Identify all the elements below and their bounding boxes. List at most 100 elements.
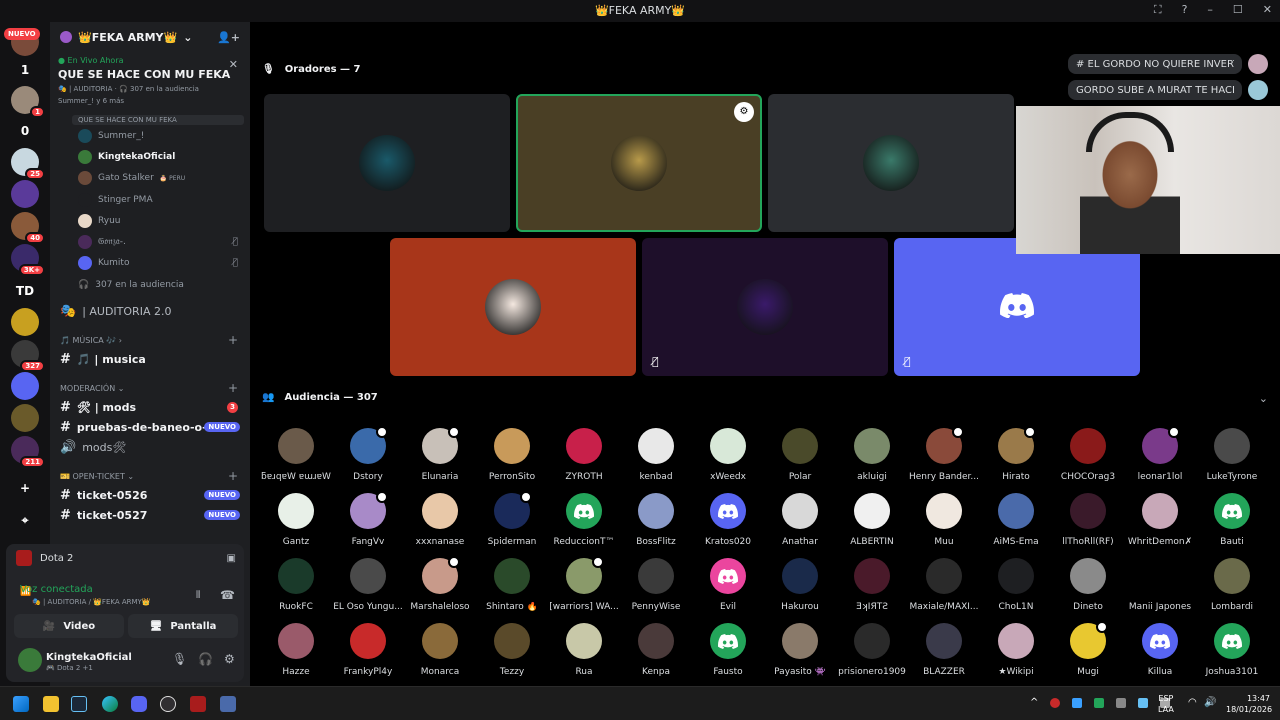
audience-member[interactable]: Anathar xyxy=(764,491,836,553)
audience-member[interactable]: Evil xyxy=(692,556,764,618)
audience-member[interactable]: Shintaro 🔥 xyxy=(476,556,548,618)
server-icon[interactable]: 1 xyxy=(11,56,39,84)
server-icon[interactable]: ⌖ xyxy=(11,506,39,534)
headphones-icon[interactable]: 🎧 xyxy=(198,652,213,666)
audience-member[interactable]: PerronSito xyxy=(476,426,548,488)
audience-member[interactable]: Elunaria xyxy=(404,426,476,488)
audience-member[interactable]: Mugi xyxy=(1052,621,1124,683)
server-icon[interactable]: 3K+ xyxy=(11,244,45,276)
edge-icon[interactable] xyxy=(102,696,118,712)
tray-app-icon[interactable] xyxy=(1094,698,1104,708)
voice-user[interactable]: Stinger PMA xyxy=(50,189,250,210)
audience-member[interactable]: llThoRll(RF) xyxy=(1052,491,1124,553)
audience-member[interactable]: ƎʞIЯTƧ xyxy=(836,556,908,618)
server-icon[interactable]: 25 xyxy=(11,148,45,180)
server-icon[interactable]: 211 xyxy=(11,436,45,468)
add-channel-icon[interactable]: + xyxy=(228,469,238,483)
channel-item[interactable]: # 🛠 | mods 3 xyxy=(50,397,250,417)
channel-category[interactable]: 🎵 MÚSICA 🎶 › + xyxy=(50,331,250,349)
audience-member[interactable]: Kratos020 xyxy=(692,491,764,553)
webcam-stream[interactable] xyxy=(1016,106,1280,254)
tray-app-icon[interactable] xyxy=(1138,698,1148,708)
audience-member[interactable]: FangVv xyxy=(332,491,404,553)
screen-share-indicator-icon[interactable]: ⛶ xyxy=(1154,3,1162,17)
audience-member[interactable]: ReduccionT™ xyxy=(548,491,620,553)
audience-member[interactable]: Kenpa xyxy=(620,621,692,683)
channel-item[interactable]: # ticket-0527 NUEVO xyxy=(50,505,250,525)
dota-icon[interactable] xyxy=(190,696,206,712)
disconnect-icon[interactable]: ☎ xyxy=(220,588,235,602)
audience-member[interactable]: Hazze xyxy=(260,621,332,683)
audience-member[interactable]: Polar xyxy=(764,426,836,488)
audience-member[interactable]: Henry Bander... xyxy=(908,426,980,488)
noise-suppression-icon[interactable]: ⫴ xyxy=(196,590,200,601)
server-icon[interactable] xyxy=(11,180,39,208)
voice-user[interactable]: Gato Stalker 🎂 PERU xyxy=(50,168,250,189)
chat-preview[interactable]: # EL GORDO NO QUIERE INVERT... xyxy=(1068,54,1242,74)
audience-member[interactable]: Payasito 👾 xyxy=(764,621,836,683)
audience-member[interactable]: Tezzy xyxy=(476,621,548,683)
server-icon[interactable]: 327 xyxy=(11,340,45,372)
tray-app-icon[interactable] xyxy=(1072,698,1082,708)
add-channel-icon[interactable]: + xyxy=(228,381,238,395)
add-channel-icon[interactable]: + xyxy=(228,333,238,347)
audience-member[interactable]: EL Oso Yungu... xyxy=(332,556,404,618)
channel-item[interactable]: # pruebas-de-baneo-o-t... NUEVO xyxy=(50,417,250,437)
calculator-icon[interactable] xyxy=(220,696,236,712)
audience-member[interactable]: [warriors] WA... xyxy=(548,556,620,618)
audience-member[interactable]: xWeedx xyxy=(692,426,764,488)
gear-icon[interactable]: ⚙ xyxy=(224,652,235,666)
speaker-tile[interactable]: 🎙̸ xyxy=(642,238,888,376)
audience-member[interactable]: AiMS-Ema xyxy=(980,491,1052,553)
maximize-icon[interactable]: ☐ xyxy=(1233,3,1243,17)
audience-member[interactable]: Killua xyxy=(1124,621,1196,683)
audience-member[interactable]: Hirato xyxy=(980,426,1052,488)
audience-member[interactable]: leonar1lol xyxy=(1124,426,1196,488)
video-button[interactable]: 🎥 Video xyxy=(14,614,124,638)
server-icon[interactable]: 40 xyxy=(11,212,45,244)
audience-member[interactable]: Muu xyxy=(908,491,980,553)
voice-user[interactable]: KingtekaOficial xyxy=(50,146,250,167)
windows-start-icon[interactable] xyxy=(13,696,29,712)
audience-member[interactable]: Spiderman xyxy=(476,491,548,553)
microphone-icon[interactable]: 🎙 xyxy=(172,652,187,666)
activity-icon[interactable]: ▣ xyxy=(227,553,236,564)
audience-member[interactable]: akluigi xyxy=(836,426,908,488)
audience-member[interactable]: Dineto xyxy=(1052,556,1124,618)
voice-user[interactable]: Summer_! xyxy=(50,125,250,146)
channel-category[interactable]: 🎫 OPEN-TICKET ⌄ + xyxy=(50,467,250,485)
wifi-icon[interactable]: ◠ xyxy=(1188,697,1197,708)
speaker-tile[interactable] xyxy=(264,94,510,232)
language-indicator[interactable]: ESP LAA xyxy=(1158,693,1174,715)
volume-icon[interactable]: 🔊 xyxy=(1204,697,1216,708)
help-icon[interactable]: ? xyxy=(1182,3,1188,17)
audience-member[interactable]: Bauti xyxy=(1196,491,1268,553)
channel-item[interactable]: 🔊 mods🛠 xyxy=(50,437,250,457)
speaker-tile[interactable] xyxy=(768,94,1014,232)
audience-member[interactable]: Marshaleloso xyxy=(404,556,476,618)
minimize-icon[interactable]: – xyxy=(1207,3,1213,17)
audience-member[interactable]: ALBERTIN xyxy=(836,491,908,553)
steam-icon[interactable] xyxy=(71,696,87,712)
avatar[interactable] xyxy=(18,648,42,672)
audience-member[interactable]: ZYROTH xyxy=(548,426,620,488)
speaker-tile[interactable] xyxy=(390,238,636,376)
server-icon[interactable] xyxy=(11,404,39,432)
audience-header[interactable]: 👥 Audiencia — 307 xyxy=(262,392,378,403)
channel-item[interactable]: # 🎵 | musica xyxy=(50,349,250,369)
audience-member[interactable]: PennyWise xyxy=(620,556,692,618)
channel-item[interactable]: # ticket-0526 NUEVO xyxy=(50,485,250,505)
close-icon[interactable]: ✕ xyxy=(1263,3,1272,17)
audience-member[interactable]: xxxnanase xyxy=(404,491,476,553)
live-now-card[interactable]: ● En Vivo Ahora QUE SE HACE CON MU FEKA … xyxy=(50,52,250,109)
chat-preview[interactable]: GORDO SUBE A MURAT TE HACE... xyxy=(1068,80,1242,100)
audience-member[interactable]: ★Wikipi xyxy=(980,621,1052,683)
channel-category[interactable]: MODERACIÓN ⌄ + xyxy=(50,379,250,397)
invite-icon[interactable]: 👤+ xyxy=(217,31,240,44)
audience-member[interactable]: LukeTyrone xyxy=(1196,426,1268,488)
audience-member[interactable]: Gantz xyxy=(260,491,332,553)
voice-user[interactable]: 𝔊𝔬𝔫𝔷𝔞-. 🎙̸ xyxy=(50,231,250,252)
chevron-down-icon[interactable]: ⌄ xyxy=(1259,392,1268,405)
tray-chevron-icon[interactable]: ^ xyxy=(1030,697,1038,708)
server-icon[interactable]: + xyxy=(11,474,39,502)
